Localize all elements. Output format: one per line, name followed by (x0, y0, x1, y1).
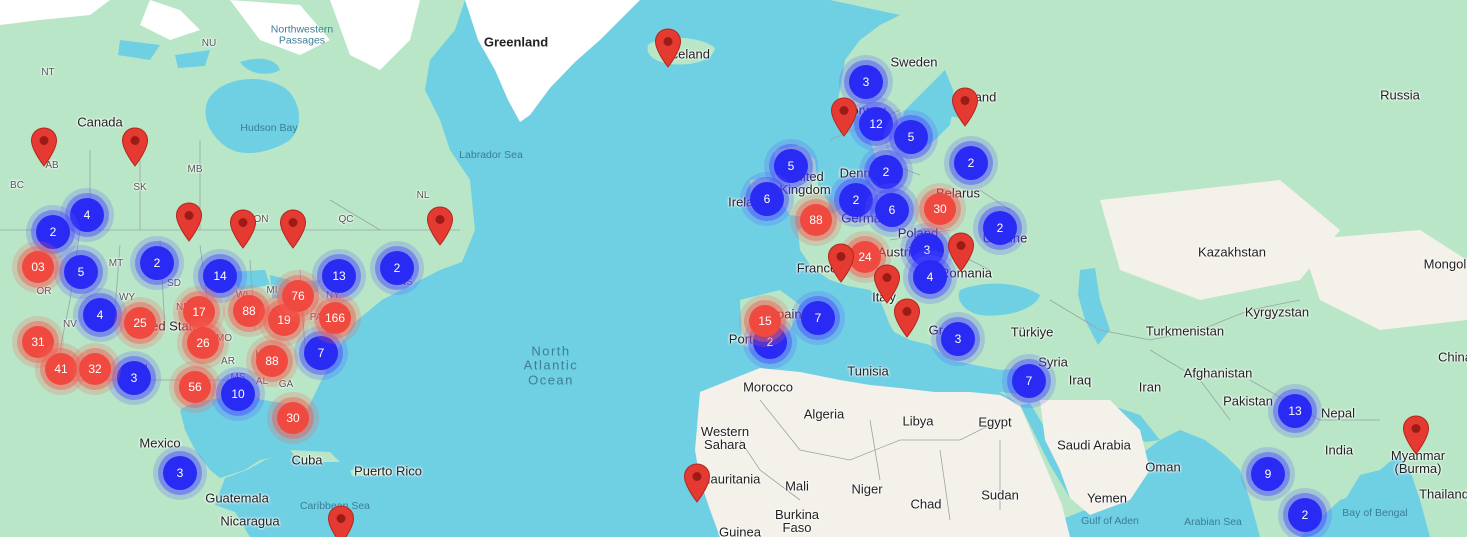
marker-cluster[interactable]: 9 (1251, 457, 1285, 491)
pin-france-icon[interactable] (827, 243, 855, 283)
marker-cluster[interactable]: 31 (22, 326, 54, 358)
marker-cluster[interactable]: 14 (203, 259, 237, 293)
pin-senegal-icon[interactable] (683, 463, 711, 503)
pin-italy-south-icon[interactable] (893, 298, 921, 338)
marker-cluster[interactable]: 12 (859, 107, 893, 141)
marker-cluster[interactable]: 4 (83, 298, 117, 332)
marker-cluster[interactable]: 4 (913, 260, 947, 294)
marker-cluster[interactable]: 7 (304, 336, 338, 370)
pin-finland-icon[interactable] (951, 87, 979, 127)
marker-cluster[interactable]: 25 (124, 307, 156, 339)
marker-cluster[interactable]: 17 (183, 296, 215, 328)
marker-cluster[interactable]: 3 (941, 322, 975, 356)
marker-cluster[interactable]: 2 (839, 183, 873, 217)
marker-cluster[interactable]: 3 (117, 361, 151, 395)
marker-cluster[interactable]: 4 (70, 198, 104, 232)
pin-saskatchewan-icon[interactable] (121, 127, 149, 167)
marker-cluster[interactable]: 13 (322, 259, 356, 293)
greenland (465, 0, 640, 122)
pin-iceland-icon[interactable] (654, 28, 682, 68)
marker-cluster[interactable]: 03 (22, 251, 54, 283)
marker-cluster[interactable]: 2 (140, 246, 174, 280)
marker-cluster[interactable]: 76 (282, 280, 314, 312)
marker-cluster[interactable]: 30 (924, 193, 956, 225)
pin-newfoundland-icon[interactable] (426, 206, 454, 246)
marker-cluster[interactable]: 2 (36, 215, 70, 249)
marker-cluster[interactable]: 88 (256, 345, 288, 377)
marker-cluster[interactable]: 2 (983, 211, 1017, 245)
marker-cluster[interactable]: 32 (79, 353, 111, 385)
marker-cluster[interactable]: 5 (64, 255, 98, 289)
marker-cluster[interactable]: 7 (1012, 364, 1046, 398)
marker-cluster[interactable]: 7 (801, 301, 835, 335)
marker-cluster[interactable]: 6 (750, 182, 784, 216)
marker-cluster[interactable]: 5 (894, 120, 928, 154)
marker-cluster[interactable]: 5 (774, 149, 808, 183)
pin-norway-icon[interactable] (830, 97, 858, 137)
marker-cluster[interactable]: 3 (849, 65, 883, 99)
pin-ontario-central-icon[interactable] (229, 209, 257, 249)
pin-colombia-icon[interactable] (327, 505, 355, 537)
marker-cluster[interactable]: 10 (221, 377, 255, 411)
pin-ontario-east-icon[interactable] (279, 209, 307, 249)
marker-cluster[interactable]: 88 (800, 204, 832, 236)
marker-cluster[interactable]: 13 (1278, 394, 1312, 428)
marker-cluster[interactable]: 15 (749, 305, 781, 337)
marker-cluster[interactable]: 41 (45, 353, 77, 385)
pin-ontario-west-icon[interactable] (175, 202, 203, 242)
marker-cluster[interactable]: 166 (319, 302, 351, 334)
marker-cluster[interactable]: 2 (869, 155, 903, 189)
marker-cluster[interactable]: 2 (954, 146, 988, 180)
pin-alberta-icon[interactable] (30, 127, 58, 167)
pin-romania-icon[interactable] (947, 232, 975, 272)
marker-cluster[interactable]: 2 (380, 251, 414, 285)
marker-cluster[interactable]: 3 (163, 456, 197, 490)
marker-cluster[interactable]: 6 (875, 193, 909, 227)
world-map[interactable]: GreenlandIcelandSwedenFinlandNorwayRussi… (0, 0, 1467, 537)
marker-cluster[interactable]: 2 (1288, 498, 1322, 532)
marker-cluster[interactable]: 88 (233, 295, 265, 327)
marker-cluster[interactable]: 56 (179, 371, 211, 403)
marker-cluster[interactable]: 30 (277, 402, 309, 434)
marker-cluster[interactable]: 26 (187, 327, 219, 359)
pin-myanmar-icon[interactable] (1402, 415, 1430, 455)
